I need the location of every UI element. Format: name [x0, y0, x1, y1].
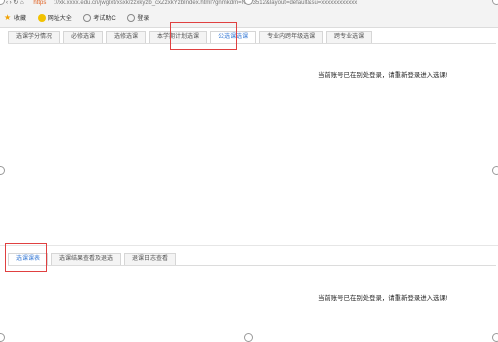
bookmark-login[interactable]: 登录 — [127, 14, 149, 24]
bookmark-exam[interactable]: 考试助C — [83, 14, 116, 24]
bookmarks-bar: ★ 收藏 网址大全 考试助C 登录 — [0, 14, 155, 24]
globe-icon — [127, 14, 136, 23]
url-scheme: https — [33, 0, 47, 6]
bookmark-hao[interactable]: 网址大全 — [37, 14, 72, 24]
resize-handle-middle-left[interactable] — [0, 166, 5, 175]
section-divider — [0, 245, 498, 246]
tabs-underline — [8, 43, 496, 44]
bookmark-favorites[interactable]: ★ 收藏 — [4, 14, 26, 24]
browser-nav-icons[interactable]: ‹ › ↻ ⌂ — [6, 0, 24, 7]
login-conflict-message-bottom: 当前账号已在别处登录，请重新登录进入选课! — [318, 295, 448, 302]
login-conflict-message-top: 当前账号已在别处登录，请重新登录进入选课! — [318, 72, 448, 79]
resize-handle-bottom-left[interactable] — [0, 333, 5, 342]
highlight-box-top — [170, 22, 237, 50]
url-text[interactable]: ://xk.xxxx.edu.cn/jwglxt/xsxk/zzxkyzb_cx… — [54, 0, 357, 7]
result-tabs-underline — [8, 265, 496, 266]
star-icon: ★ — [4, 13, 12, 23]
wang-icon — [37, 14, 46, 23]
resize-handle-bottom-center[interactable] — [244, 333, 253, 342]
resize-handle-bottom-right[interactable] — [492, 333, 498, 342]
resize-handle-middle-right[interactable] — [492, 166, 498, 175]
highlight-box-bottom — [5, 243, 47, 272]
globe-icon — [83, 14, 92, 23]
